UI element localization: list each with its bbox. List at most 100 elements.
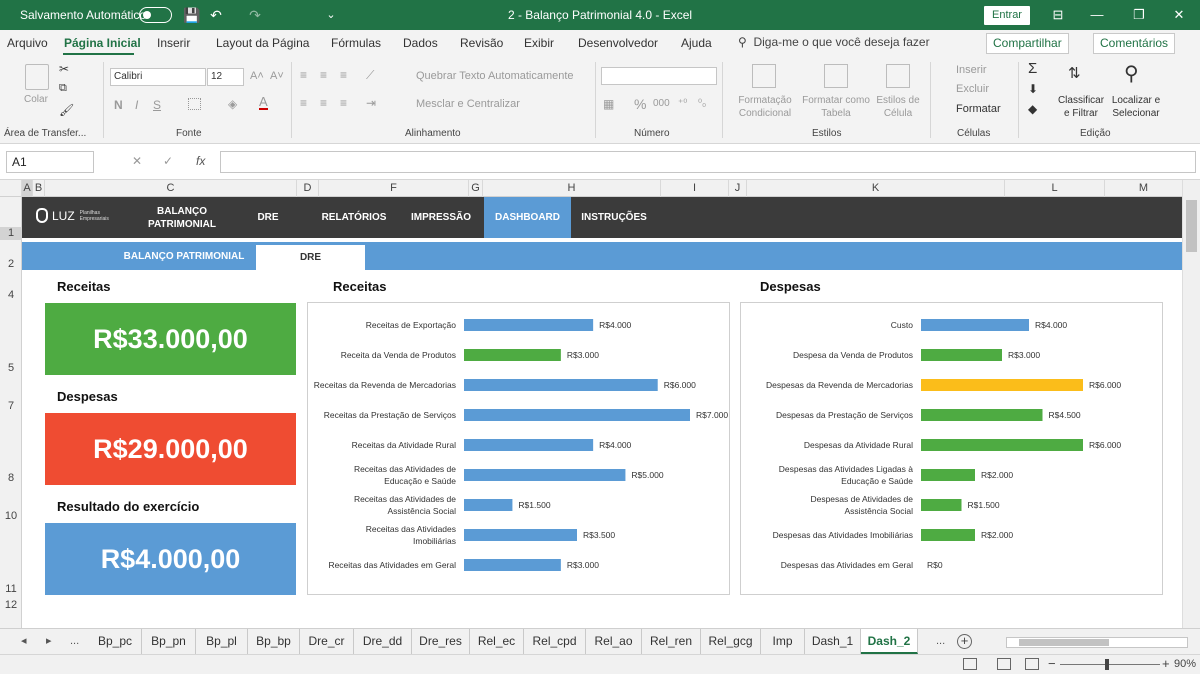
- tab-inserir[interactable]: Inserir: [157, 36, 190, 50]
- subnav-dre[interactable]: DRE: [256, 245, 365, 270]
- sheet-tab-rel_cpd[interactable]: Rel_cpd: [524, 629, 586, 654]
- tab-revisao[interactable]: Revisão: [460, 36, 503, 50]
- sheet-tab-dash_1[interactable]: Dash_1: [805, 629, 861, 654]
- tab-exibir[interactable]: Exibir: [524, 36, 554, 50]
- column-header[interactable]: F: [319, 180, 469, 197]
- signin-button[interactable]: Entrar: [984, 6, 1030, 25]
- vertical-scrollbar[interactable]: [1182, 180, 1200, 628]
- insert-function-icon[interactable]: fx: [196, 154, 205, 168]
- align-left-icon[interactable]: ≡: [300, 96, 307, 110]
- decimal-decrease-icon[interactable]: ⁰₀: [698, 98, 706, 109]
- close-button[interactable]: ✕: [1164, 0, 1194, 30]
- select-all[interactable]: [0, 180, 22, 197]
- find-select-button[interactable]: Localizar e Selecionar: [1108, 94, 1164, 120]
- row-header[interactable]: 7: [0, 400, 22, 413]
- sheet-tab-dre_cr[interactable]: Dre_cr: [300, 629, 354, 654]
- underline-button[interactable]: S: [153, 98, 161, 112]
- row-header[interactable]: 8: [0, 472, 22, 485]
- font-name-select[interactable]: Calibri: [110, 68, 206, 86]
- column-header[interactable]: M: [1105, 180, 1182, 197]
- row-header[interactable]: 4: [0, 289, 22, 302]
- comments-button[interactable]: Comentários: [1093, 33, 1176, 54]
- insert-cells-button[interactable]: Inserir: [956, 64, 987, 76]
- nav-impressao[interactable]: IMPRESSÃO: [402, 197, 480, 238]
- row-header[interactable]: 12: [0, 599, 22, 612]
- grow-font-icon[interactable]: A˄: [250, 70, 264, 82]
- row-header[interactable]: 11: [0, 583, 22, 596]
- zoom-out-button[interactable]: −: [1048, 656, 1056, 671]
- tab-more-right[interactable]: ...: [936, 629, 945, 654]
- format-table-button[interactable]: Formatar como Tabela: [800, 94, 872, 120]
- sort-filter-button[interactable]: Classificar e Filtrar: [1056, 94, 1106, 120]
- worksheet[interactable]: LUZ Planilhas Empresariais BALANÇO PATRI…: [22, 197, 1182, 628]
- zoom-level[interactable]: 90%: [1174, 658, 1196, 670]
- column-header[interactable]: A: [22, 180, 33, 197]
- normal-view-icon[interactable]: [963, 658, 977, 670]
- column-header[interactable]: L: [1005, 180, 1105, 197]
- align-center-icon[interactable]: ≡: [320, 96, 327, 110]
- formula-input[interactable]: [220, 151, 1196, 173]
- tab-arquivo[interactable]: Arquivo: [7, 36, 48, 50]
- number-format-select[interactable]: [601, 67, 717, 85]
- paste-button[interactable]: Colar: [24, 94, 48, 105]
- cut-icon[interactable]: ✂: [59, 62, 69, 76]
- wrap-text-button[interactable]: Quebrar Texto Automaticamente: [416, 70, 574, 82]
- sheet-tab-bp_bp[interactable]: Bp_bp: [248, 629, 300, 654]
- horizontal-scrollbar[interactable]: [1006, 637, 1188, 648]
- bold-button[interactable]: N: [114, 98, 123, 112]
- page-layout-view-icon[interactable]: [997, 658, 1011, 670]
- name-box[interactable]: A1: [6, 151, 94, 173]
- tab-more-left[interactable]: ...: [70, 629, 79, 654]
- tab-dados[interactable]: Dados: [403, 36, 438, 50]
- row-header[interactable]: 2: [0, 258, 22, 271]
- borders-icon[interactable]: [188, 98, 201, 110]
- column-header[interactable]: I: [661, 180, 729, 197]
- column-header[interactable]: J: [729, 180, 747, 197]
- column-header[interactable]: K: [747, 180, 1005, 197]
- nav-relatorios[interactable]: RELATÓRIOS: [314, 197, 394, 238]
- align-bottom-icon[interactable]: ≡: [340, 68, 347, 82]
- tell-me-search[interactable]: ⚲ Diga-me o que você deseja fazer: [738, 35, 930, 49]
- tab-pagina-inicial[interactable]: Página Inicial: [64, 36, 141, 50]
- zoom-in-button[interactable]: +: [1162, 656, 1170, 671]
- column-header[interactable]: G: [469, 180, 483, 197]
- percent-button[interactable]: %: [634, 96, 646, 112]
- currency-icon[interactable]: ▦: [603, 97, 614, 111]
- row-header[interactable]: 1: [0, 227, 22, 240]
- column-header[interactable]: H: [483, 180, 661, 197]
- sheet-tab-dre_res[interactable]: Dre_res: [412, 629, 470, 654]
- sheet-tab-rel_ren[interactable]: Rel_ren: [642, 629, 701, 654]
- merge-center-button[interactable]: Mesclar e Centralizar: [416, 98, 520, 110]
- column-header[interactable]: C: [45, 180, 297, 197]
- cancel-icon[interactable]: ✕: [132, 154, 142, 168]
- tab-next-icon[interactable]: ▸: [46, 629, 52, 654]
- sheet-tab-rel_ec[interactable]: Rel_ec: [470, 629, 524, 654]
- delete-cells-button[interactable]: Excluir: [956, 83, 989, 95]
- align-middle-icon[interactable]: ≡: [320, 68, 327, 82]
- shrink-font-icon[interactable]: A˅: [270, 70, 284, 82]
- align-right-icon[interactable]: ≡: [340, 96, 347, 110]
- cell-styles-button[interactable]: Estilos de Célula: [874, 94, 922, 120]
- column-header[interactable]: B: [33, 180, 45, 197]
- sheet-tab-imp[interactable]: Imp: [761, 629, 805, 654]
- row-header[interactable]: 5: [0, 362, 22, 375]
- tab-layout[interactable]: Layout da Página: [216, 36, 309, 50]
- align-top-icon[interactable]: ≡: [300, 68, 307, 82]
- add-sheet-button[interactable]: +: [957, 634, 972, 649]
- format-cells-button[interactable]: Formatar: [956, 103, 1001, 115]
- nav-dre[interactable]: DRE: [244, 197, 292, 238]
- sheet-tab-dre_dd[interactable]: Dre_dd: [354, 629, 412, 654]
- zoom-slider-thumb[interactable]: [1105, 659, 1109, 670]
- nav-balanco[interactable]: BALANÇO PATRIMONIAL: [134, 197, 230, 238]
- fill-color-icon[interactable]: ◈: [228, 97, 237, 111]
- restore-button[interactable]: ❐: [1124, 0, 1154, 30]
- horizontal-scroll-thumb[interactable]: [1019, 639, 1109, 646]
- sheet-tab-bp_pn[interactable]: Bp_pn: [142, 629, 196, 654]
- format-painter-icon[interactable]: 🖌: [59, 103, 74, 117]
- font-size-select[interactable]: 12: [207, 68, 244, 86]
- decimal-increase-icon[interactable]: ⁺⁰: [678, 98, 687, 109]
- sheet-tab-dash_2[interactable]: Dash_2: [861, 629, 918, 654]
- share-button[interactable]: Compartilhar: [986, 33, 1069, 54]
- column-header[interactable]: D: [297, 180, 319, 197]
- thousands-button[interactable]: 000: [653, 98, 670, 109]
